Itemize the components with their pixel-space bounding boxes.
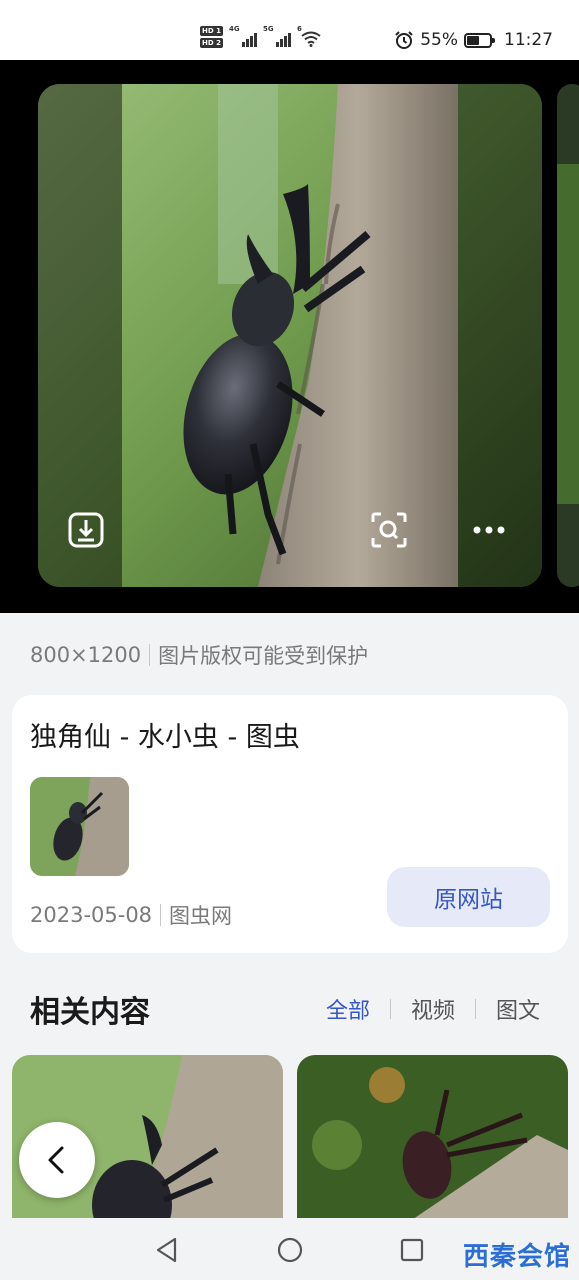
copyright-note: 图片版权可能受到保护 [158,644,369,668]
image-viewer [0,60,579,613]
hd-1-badge: HD 1 [200,26,223,36]
download-icon [68,512,104,548]
next-image-peek[interactable] [557,84,579,587]
chevron-left-icon [48,1146,64,1174]
source-title[interactable]: 独角仙 - 水小虫 - 图虫 [30,715,300,754]
more-dots-icon [473,526,505,534]
network-indicators: HD 1 HD 2 4G 5G 6 [200,22,321,52]
source-site: 图虫网 [169,904,233,928]
nav-home-button[interactable] [276,1236,304,1264]
source-date: 2023-05-08 [30,903,153,927]
battery-percent: 55% [420,30,458,50]
related-title: 相关内容 [30,995,150,1030]
tab-all[interactable]: 全部 [324,993,372,1025]
related-item-2[interactable] [297,1055,568,1230]
back-button[interactable] [19,1122,95,1198]
tab-video[interactable]: 视频 [409,993,457,1025]
image-info: 800×1200 图片版权可能受到保护 [30,638,368,672]
square-recents-icon [400,1238,424,1262]
triangle-back-icon [156,1237,177,1263]
visual-search-icon [371,512,407,548]
divider [149,644,151,666]
battery-icon [464,32,495,48]
clock: 11:27 [504,30,553,50]
nav-back-button[interactable] [153,1236,181,1264]
related-header: 相关内容 全部 视频 图文 [30,985,550,1033]
source-thumbnail[interactable] [30,777,129,876]
download-button[interactable] [62,506,110,554]
alarm-icon [395,31,413,49]
divider [474,999,476,1019]
source-card[interactable]: 独角仙 - 水小虫 - 图虫 2023-05-08 图虫网 原网站 [12,695,568,953]
signal-2-icon: 5G [263,25,291,47]
status-bar: HD 1 HD 2 4G 5G 6 55% 11:27 [0,0,579,60]
nav-recents-button[interactable] [398,1236,426,1264]
signal-1-icon: 4G [229,25,257,47]
wifi-icon: 6 [297,25,321,47]
divider [389,999,391,1019]
visual-search-button[interactable] [365,506,413,554]
filter-tabs: 全部 视频 图文 [324,993,542,1025]
image-dimensions: 800×1200 [30,643,142,667]
circle-home-icon [277,1237,303,1263]
main-image[interactable] [38,84,542,587]
tab-article[interactable]: 图文 [494,993,542,1025]
divider [160,904,162,926]
watermark: 西秦会馆 [462,1242,571,1272]
more-button[interactable] [465,506,513,554]
original-site-button[interactable]: 原网站 [387,867,550,927]
battery-level-fill [467,35,480,45]
hd-2-badge: HD 2 [200,38,223,48]
